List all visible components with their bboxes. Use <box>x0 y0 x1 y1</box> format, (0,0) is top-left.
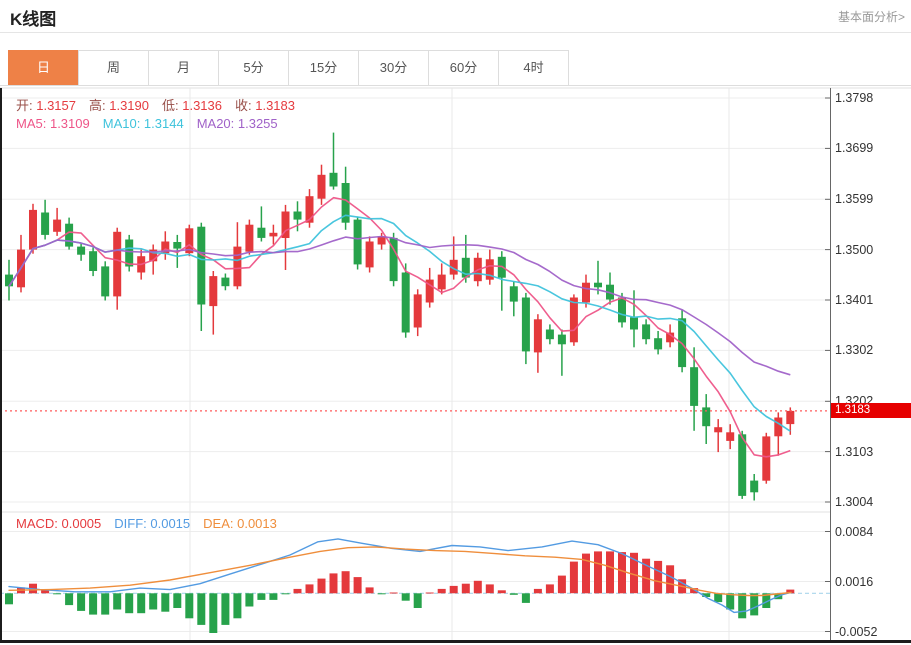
legend-item: DEA: 0.0013 <box>203 516 277 531</box>
price-axis-label: 1.3699 <box>835 141 874 156</box>
gridlines <box>0 88 830 640</box>
ohlc-legend: 开: 1.3157 高: 1.3190 低: 1.3136 收: 1.3183 <box>16 95 308 114</box>
legend-item: MA20: 1.3255 <box>196 116 278 131</box>
price-axis-label: 1.3302 <box>835 343 874 358</box>
legend-item: MA10: 1.3144 <box>102 116 184 131</box>
price-axis-label: 1.3103 <box>835 444 874 459</box>
y-axis <box>825 88 831 643</box>
price-axis-label: 1.3798 <box>835 91 874 105</box>
macd-axis-label: 0.0084 <box>835 524 874 539</box>
legend-item: 收: 1.3183 <box>235 98 295 113</box>
macd-legend: MACD: 0.0005 DIFF: 0.0015 DEA: 0.0013 <box>16 516 290 531</box>
legend-item: MA5: 1.3109 <box>16 116 90 131</box>
price-axis-label: 1.3500 <box>835 242 874 257</box>
price-axis-label: 1.3004 <box>835 495 874 509</box>
chart-left-border <box>0 88 2 641</box>
macd-histogram <box>5 551 795 633</box>
current-price-badge: 1.3183 <box>831 403 911 418</box>
ma5-line <box>8 196 791 458</box>
candles-layer <box>5 132 795 501</box>
ma-legend: MA5: 1.3109 MA10: 1.3144 MA20: 1.3255 <box>16 116 291 131</box>
chart-bottom-border <box>0 640 911 643</box>
macd-axis-label: -0.0052 <box>835 624 878 639</box>
legend-item: DIFF: 0.0015 <box>114 516 191 531</box>
legend-item: 高: 1.3190 <box>89 98 149 113</box>
macd-axis-label: 0.0016 <box>835 574 874 589</box>
price-axis-label: 1.3401 <box>835 293 874 307</box>
legend-item: 开: 1.3157 <box>16 98 76 113</box>
kline-app: K线图 基本面分析> 日周月 5分 15分 30分 60分 4时 开: 1.3157 高: … <box>0 0 911 645</box>
legend-item: MACD: 0.0005 <box>16 516 102 531</box>
price-axis-label: 1.3599 <box>835 192 874 207</box>
legend-item: 低: 1.3136 <box>162 98 222 113</box>
